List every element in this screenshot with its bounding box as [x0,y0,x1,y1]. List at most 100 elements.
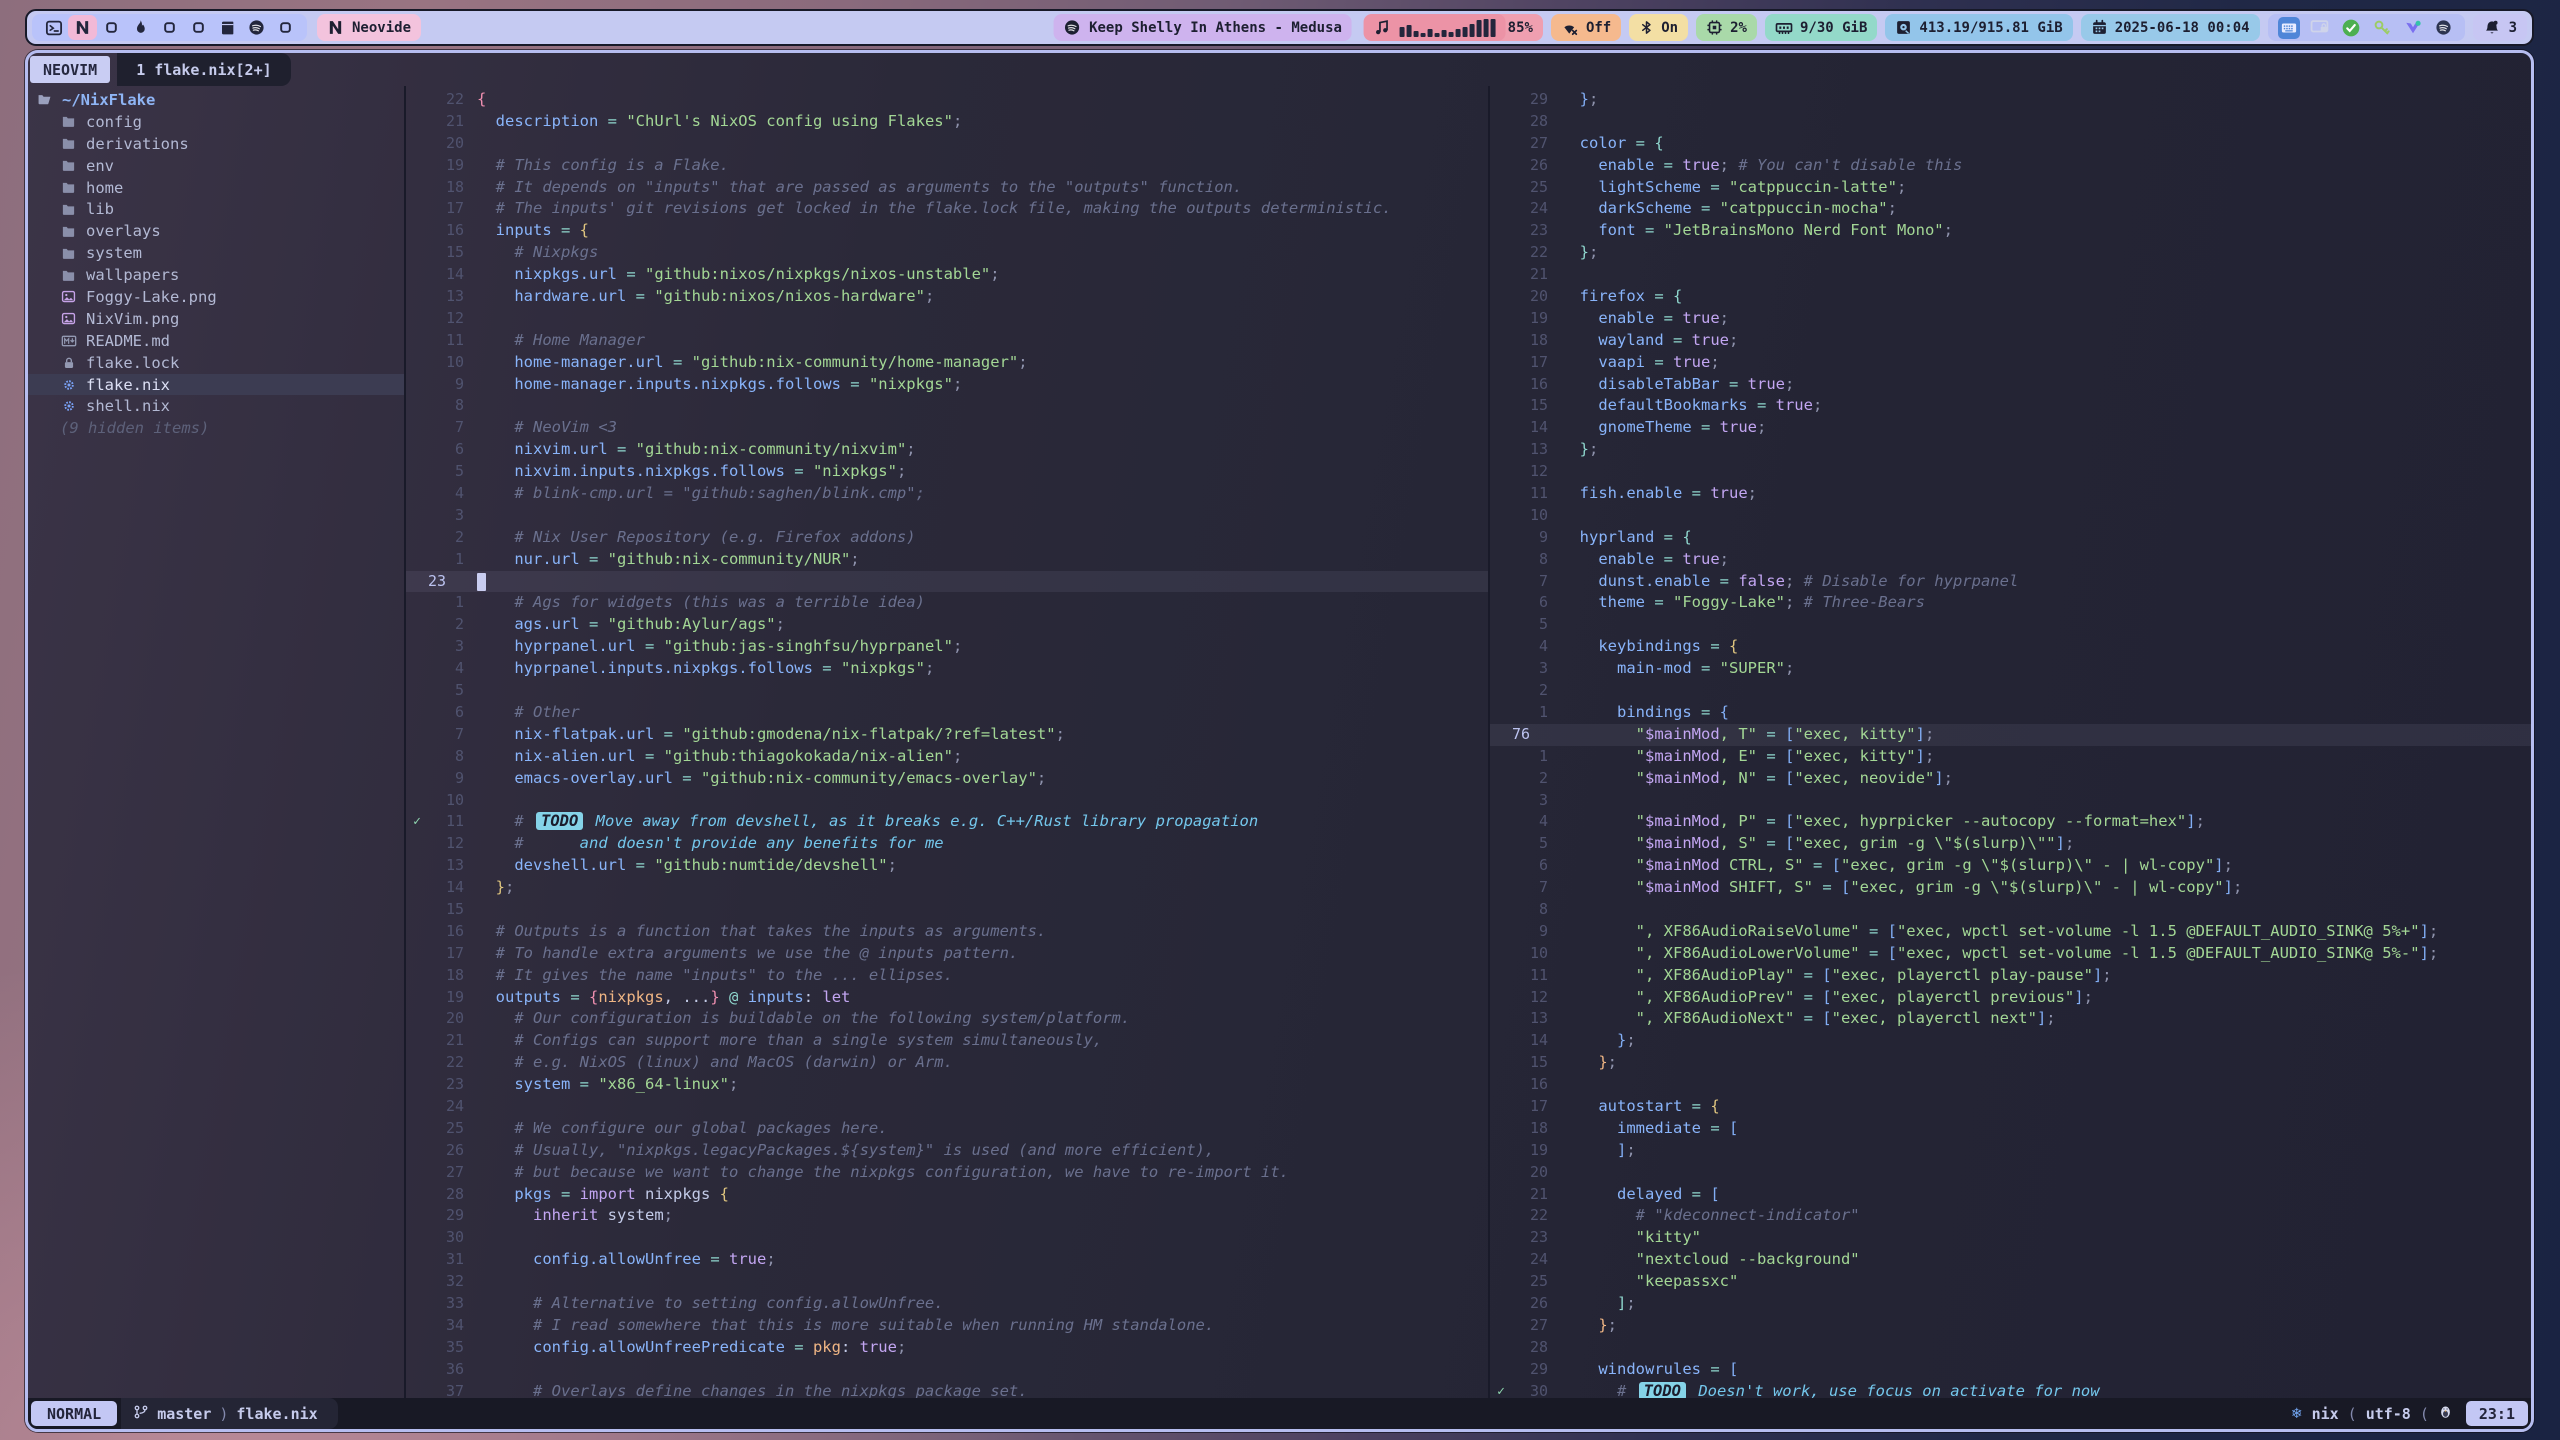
code-line[interactable]: 1 nur.url = "github:nix-community/NUR"; [406,549,1488,571]
code-line[interactable]: 4 hyprpanel.inputs.nixpkgs.follows = "ni… [406,658,1488,680]
code-line[interactable]: 23 system = "x86_64-linux"; [406,1074,1488,1096]
code-line[interactable]: 6 nixvim.url = "github:nix-community/nix… [406,439,1488,461]
code-line[interactable]: 28 [1490,1337,2531,1359]
code-line[interactable]: 11 # Home Manager [406,330,1488,352]
code-line[interactable]: 26 enable = true; # You can't disable th… [1490,155,2531,177]
code-line[interactable]: 31 config.allowUnfree = true; [406,1249,1488,1271]
workspace-7-book-icon[interactable] [213,15,242,40]
code-line[interactable]: 20 firefox = { [1490,286,2531,308]
workspace-8-spotify-icon[interactable] [242,15,271,40]
tree-item-lib[interactable]: lib [28,198,404,220]
code-line[interactable]: 1 bindings = { [1490,702,2531,724]
code-line[interactable]: 6 theme = "Foggy-Lake"; # Three-Bears [1490,592,2531,614]
code-line[interactable]: 25 lightScheme = "catppuccin-latte"; [1490,177,2531,199]
code-line[interactable]: 12 [406,308,1488,330]
code-line[interactable]: 24 [406,1096,1488,1118]
tree-item-flake.nix[interactable]: flake.nix [28,374,404,396]
code-line[interactable]: 17 # To handle extra arguments we use th… [406,943,1488,965]
code-line[interactable]: 15 # Nixpkgs [406,242,1488,264]
code-line[interactable]: 24 darkScheme = "catppuccin-mocha"; [1490,198,2531,220]
code-line[interactable]: 27 }; [1490,1315,2531,1337]
code-line[interactable]: 29 }; [1490,89,2531,111]
tree-item-env[interactable]: env [28,155,404,177]
tree-item-home[interactable]: home [28,177,404,199]
code-line[interactable]: 26 # Usually, "nixpkgs.legacyPackages.${… [406,1140,1488,1162]
code-line[interactable]: 15 }; [1490,1052,2531,1074]
tree-item-flake.lock[interactable]: flake.lock [28,352,404,374]
check-circle-tray-icon[interactable] [2340,17,2362,39]
workspace-4-flame-icon[interactable] [126,15,155,40]
code-line[interactable]: 19 ]; [1490,1140,2531,1162]
code-line[interactable]: 6 "$mainMod CTRL, S" = ["exec, grim -g \… [1490,855,2531,877]
code-line[interactable]: 19 outputs = {nixpkgs, ...} @ inputs: le… [406,987,1488,1009]
code-line[interactable]: 21 delayed = [ [1490,1184,2531,1206]
code-line[interactable]: 29 inherit system; [406,1205,1488,1227]
code-line[interactable]: 3 main-mod = "SUPER"; [1490,658,2531,680]
tree-item-config[interactable]: config [28,111,404,133]
code-line[interactable]: 13 devshell.url = "github:numtide/devshe… [406,855,1488,877]
code-line[interactable]: 9 hyprland = { [1490,527,2531,549]
code-line[interactable]: 24 "nextcloud --background" [1490,1249,2531,1271]
code-line[interactable]: 19 enable = true; [1490,308,2531,330]
tree-item-foggy-lake.png[interactable]: Foggy-Lake.png [28,286,404,308]
code-line[interactable]: 18 # It depends on "inputs" that are pas… [406,177,1488,199]
tree-item-wallpapers[interactable]: wallpapers [28,264,404,286]
code-line[interactable]: 10 home-manager.url = "github:nix-commun… [406,352,1488,374]
tree-item-readme.md[interactable]: README.md [28,330,404,352]
code-line[interactable]: 29 windowrules = [ [1490,1359,2531,1381]
vesktop-tray-icon[interactable] [2402,17,2424,39]
code-line[interactable]: 30 [406,1227,1488,1249]
code-line[interactable]: 5 "$mainMod, S" = ["exec, grim -g \"$(sl… [1490,833,2531,855]
code-line[interactable]: 20 # Our configuration is buildable on t… [406,1008,1488,1030]
code-line[interactable]: 10 ", XF86AudioLowerVolume" = ["exec, wp… [1490,943,2531,965]
tree-item-overlays[interactable]: overlays [28,220,404,242]
code-pane-right[interactable]: 29 };2827 color = {26 enable = true; # Y… [1488,86,2531,1398]
code-line[interactable]: 13 hardware.url = "github:nixos/nixos-ha… [406,286,1488,308]
code-line[interactable]: 5 [1490,614,2531,636]
code-line[interactable]: 11 ", XF86AudioPlay" = ["exec, playerctl… [1490,965,2531,987]
code-line[interactable]: 10 [1490,505,2531,527]
git-branch-segment[interactable]: master ) flake.nix [121,1398,338,1429]
code-line[interactable]: 16 inputs = { [406,220,1488,242]
code-line[interactable]: 34 # I read somewhere that this is more … [406,1315,1488,1337]
code-line[interactable]: 7 "$mainMod SHIFT, S" = ["exec, grim -g … [1490,877,2531,899]
code-line[interactable]: 8 nix-alien.url = "github:thiagokokada/n… [406,746,1488,768]
buffer-tab[interactable]: 1 flake.nix[2+] [117,53,290,86]
code-line[interactable]: 22{ [406,89,1488,111]
code-line[interactable]: 32 [406,1271,1488,1293]
code-line[interactable]: 28 [1490,111,2531,133]
code-line[interactable]: 76 "$mainMod, T" = ["exec, kitty"]; [1490,724,2531,746]
disk-pill[interactable]: 413.19/915.81 GiB [1885,14,2072,41]
code-line[interactable]: 15 [406,899,1488,921]
key-tray-icon[interactable] [2371,17,2393,39]
code-line[interactable]: 26 ]; [1490,1293,2531,1315]
code-line[interactable]: 3 [406,505,1488,527]
code-line[interactable]: 5 nixvim.inputs.nixpkgs.follows = "nixpk… [406,461,1488,483]
code-line[interactable]: 33 # Alternative to setting config.allow… [406,1293,1488,1315]
code-line[interactable]: 25 # We configure our global packages he… [406,1118,1488,1140]
clock-pill[interactable]: 2025-06-18 00:04 [2081,14,2260,41]
code-line[interactable]: 2 "$mainMod, N" = ["exec, neovide"]; [1490,768,2531,790]
code-line[interactable]: 21 # Configs can support more than a sin… [406,1030,1488,1052]
workspace-3-square-icon[interactable] [97,15,126,40]
code-line[interactable]: 36 [406,1359,1488,1381]
code-line[interactable]: 7 nix-flatpak.url = "github:gmodena/nix-… [406,724,1488,746]
code-pane-left[interactable]: 22{21 description = "ChUrl's NixOS confi… [404,86,1488,1398]
code-line[interactable]: 28 pkgs = import nixpkgs { [406,1184,1488,1206]
code-line[interactable]: 15 defaultBookmarks = true; [1490,395,2531,417]
code-line[interactable]: 17 # The inputs' git revisions get locke… [406,198,1488,220]
keyboard-tray-icon[interactable] [2278,17,2300,39]
code-line[interactable]: 14 gnomeTheme = true; [1490,417,2531,439]
workspace-6-square-icon[interactable] [184,15,213,40]
code-line[interactable]: 1 # Ags for widgets (this was a terrible… [406,592,1488,614]
tree-item-nixflake[interactable]: ~/NixFlake [28,89,404,111]
code-line[interactable]: 4 # blink-cmp.url = "github:saghen/blink… [406,483,1488,505]
cpu-pill[interactable]: 2% [1696,14,1757,41]
notifications-pill[interactable]: 3 [2473,14,2527,41]
code-line[interactable]: 9 home-manager.inputs.nixpkgs.follows = … [406,374,1488,396]
code-line[interactable]: 12 [1490,461,2531,483]
code-line[interactable]: 20 [1490,1162,2531,1184]
code-line[interactable]: 14 }; [1490,1030,2531,1052]
code-line[interactable]: 35 config.allowUnfreePredicate = pkg: tr… [406,1337,1488,1359]
tree-item-derivations[interactable]: derivations [28,133,404,155]
